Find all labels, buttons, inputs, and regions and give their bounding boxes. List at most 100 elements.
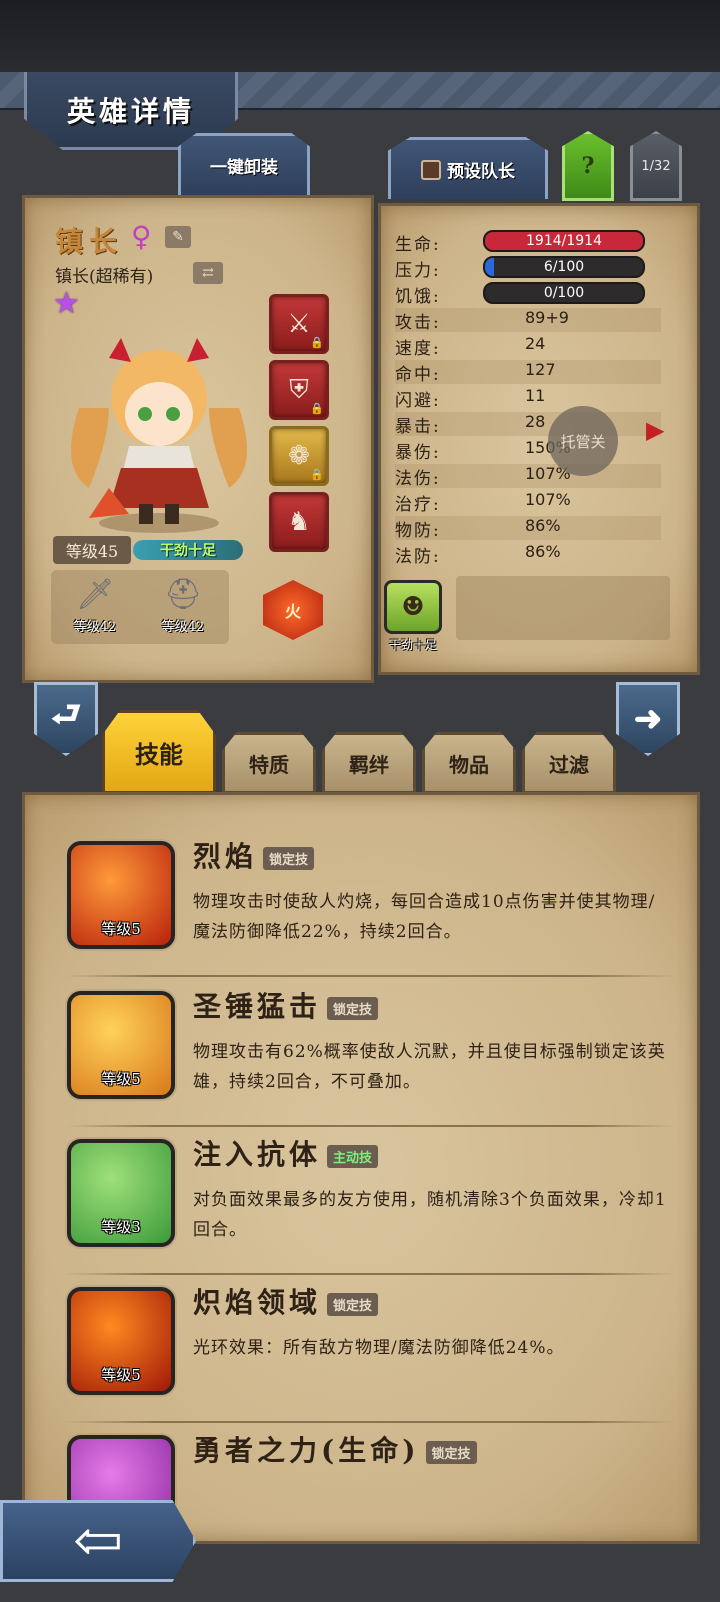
hero-count: 1/32 xyxy=(641,158,671,174)
hunger-bar: 0/100 xyxy=(483,282,645,304)
element-label: 火 xyxy=(284,602,301,621)
stat-magic-damage: 法伤: 107% xyxy=(395,464,661,489)
smiley-icon: ☻ xyxy=(401,592,425,622)
equip-level: 等级42 xyxy=(161,620,205,635)
arrow-back-icon: ⇦ xyxy=(72,1506,124,1576)
unequip-all-button[interactable]: 一键卸装 xyxy=(178,133,310,195)
tab-traits[interactable]: 特质 xyxy=(222,732,316,794)
skill-type: 锁定技 xyxy=(327,997,379,1020)
fire-aura-skill-icon: 等级5 xyxy=(67,1287,175,1395)
stress-bar: 6/100 xyxy=(483,256,645,278)
skill-type: 锁定技 xyxy=(263,847,315,870)
equip-helmet[interactable]: ⛑ 等级42 xyxy=(143,574,223,640)
weapon-slot[interactable]: ⚔ 🔒 xyxy=(269,294,329,354)
skill-row[interactable]: 等级5 圣锤猛击 锁定技 物理攻击有62%概率使敌人沉默，并且使目标强制锁定该英雄… xyxy=(65,985,683,1115)
auto-manage-toggle[interactable]: 托管关 xyxy=(548,406,618,476)
equip-sword[interactable]: 🗡 等级42 xyxy=(55,574,135,640)
stat-magic-defense: 法防: 86% xyxy=(395,542,661,567)
stat-label: 暴击: xyxy=(395,417,441,437)
lock-icon: 🔒 xyxy=(310,402,324,415)
tab-label: 技能 xyxy=(135,739,183,769)
skill-name: 勇者之力(生命) 锁定技 xyxy=(193,1429,477,1469)
skill-row[interactable]: 等级5 烈焰 锁定技 物理攻击时使敌人灼烧，每回合造成10点伤害并使其物理/魔法防… xyxy=(65,835,683,965)
skill-description: 光环效果：所有敌方物理/魔法防御降低24%。 xyxy=(193,1338,565,1358)
trait-tray xyxy=(456,576,670,640)
tab-bonds[interactable]: 羁绊 xyxy=(322,732,416,794)
boots-icon: ♞ xyxy=(287,507,311,537)
stress-value: 6/100 xyxy=(543,259,585,275)
tab-label: 过滤 xyxy=(549,752,589,777)
swap-class-icon[interactable]: ⇄ xyxy=(193,262,223,284)
trait-energetic-icon[interactable]: ☻ xyxy=(384,580,442,634)
skill-row[interactable]: 等级5 炽焰领域 锁定技 光环效果：所有敌方物理/魔法防御降低24%。 xyxy=(65,1281,683,1411)
stat-accuracy: 命中: 127 xyxy=(395,360,661,385)
hammer-skill-icon: 等级5 xyxy=(67,991,175,1099)
equip-level: 等级42 xyxy=(73,620,117,635)
stat-value: 86% xyxy=(525,542,561,561)
boots-slot[interactable]: ♞ xyxy=(269,492,329,552)
stat-healing: 治疗: 107% xyxy=(395,490,661,515)
preset-captain-checkbox[interactable] xyxy=(421,159,441,180)
armor-icon: ⛨ xyxy=(289,374,309,405)
flame-skill-icon: 等级5 xyxy=(67,841,175,949)
skill-name-text: 注入抗体 xyxy=(193,1138,322,1171)
hero-count-button[interactable]: 1/32 xyxy=(630,131,682,201)
top-bar xyxy=(0,0,720,72)
armor-slot[interactable]: ⛨ 🔒 xyxy=(269,360,329,420)
skill-name: 烈焰 锁定技 xyxy=(193,835,315,875)
stat-label: 治疗: xyxy=(395,495,441,515)
tab-label: 特质 xyxy=(249,752,289,777)
stat-hp: 生命: 1914/1914 xyxy=(395,230,661,255)
tab-filter[interactable]: 过滤 xyxy=(522,732,616,794)
unequip-all-label: 一键卸装 xyxy=(210,158,278,178)
tab-skills[interactable]: 技能 xyxy=(102,710,216,794)
stat-value: 127 xyxy=(525,360,556,379)
hero-level: 等级45 xyxy=(53,536,131,564)
leaf-skill-icon: 等级3 xyxy=(67,1139,175,1247)
divider xyxy=(65,1421,675,1423)
next-hero-button[interactable]: ➜ xyxy=(616,682,680,756)
fire-element-icon: 火 xyxy=(263,580,323,640)
stat-physical-defense: 物防: 86% xyxy=(395,516,661,541)
hero-card: 镇长 ♀ ✎ 镇长(超稀有) ⇄ ★ ⚔ 🔒 ⛨ 🔒 ❁ 🔒 ♞ 等级45 干劲十足 … xyxy=(22,195,374,683)
stat-label: 法伤: xyxy=(395,469,441,489)
stat-attack: 攻击: 89+9 xyxy=(395,308,661,333)
edit-name-icon[interactable]: ✎ xyxy=(165,226,191,248)
page-title: 英雄详情 xyxy=(66,94,195,128)
trait-label: 干劲十足 xyxy=(388,638,437,652)
skill-name-text: 勇者之力(生命) xyxy=(193,1434,420,1467)
divider xyxy=(65,1273,675,1275)
equipment-tray: 🗡 等级42 ⛑ 等级42 xyxy=(51,570,229,644)
spear-icon: ⚔ xyxy=(287,309,311,339)
preset-captain-toggle[interactable]: 预设队长 xyxy=(388,137,548,199)
hunger-value: 0/100 xyxy=(543,285,585,301)
tab-items[interactable]: 物品 xyxy=(422,732,516,794)
skill-name-text: 烈焰 xyxy=(193,840,258,873)
back-button[interactable]: ⇦ xyxy=(0,1500,196,1582)
skill-name-text: 圣锤猛击 xyxy=(193,990,322,1023)
auto-manage-label: 托管关 xyxy=(560,432,606,451)
stat-value: 107% xyxy=(525,490,571,509)
hp-value: 1914/1914 xyxy=(526,233,602,249)
skill-type: 主动技 xyxy=(327,1145,379,1168)
preset-captain-label: 预设队长 xyxy=(447,162,515,182)
prev-hero-button[interactable]: ⮐ xyxy=(34,682,98,756)
stat-label: 速度: xyxy=(395,339,441,359)
stat-crit: 暴击: 28 xyxy=(395,412,661,437)
help-button[interactable]: ? xyxy=(562,131,614,201)
lock-icon: 🔒 xyxy=(310,336,324,349)
arrow-left-icon: ⮐ xyxy=(50,694,82,735)
skill-description: 对负面效果最多的友方使用，随机清除3个负面效果，冷却1回合。 xyxy=(193,1190,667,1240)
skill-level: 等级5 xyxy=(101,1070,141,1088)
skill-row[interactable]: 等级3 注入抗体 主动技 对负面效果最多的友方使用，随机清除3个负面效果，冷却1回… xyxy=(65,1133,683,1263)
stat-label: 攻击: xyxy=(395,313,441,333)
hp-bar: 1914/1914 xyxy=(483,230,645,252)
stat-value: 24 xyxy=(525,334,546,353)
stat-dodge: 闪避: 11 xyxy=(395,386,661,411)
skill-name: 注入抗体 主动技 xyxy=(193,1133,379,1173)
stat-label: 暴伤: xyxy=(395,443,441,463)
stat-label: 压力: xyxy=(395,261,441,281)
play-arrow-icon[interactable]: ▶ xyxy=(646,416,664,444)
accessory-slot[interactable]: ❁ 🔒 xyxy=(269,426,329,486)
hero-status: 干劲十足 xyxy=(133,540,243,560)
